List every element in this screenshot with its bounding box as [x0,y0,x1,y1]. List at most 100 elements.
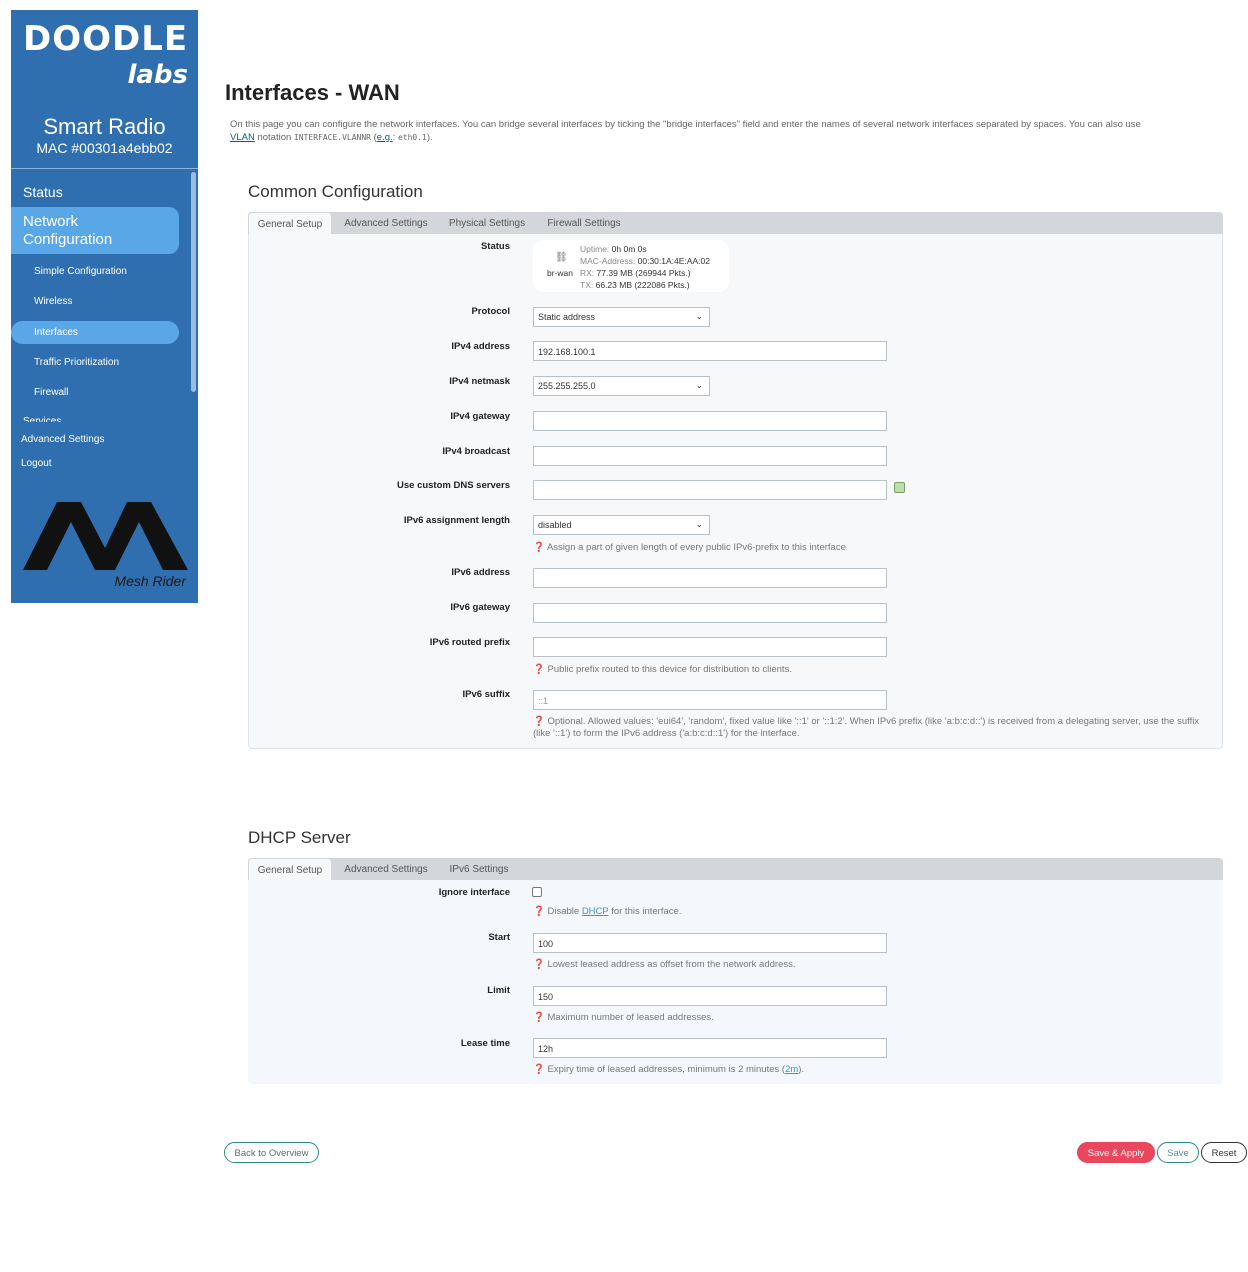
limit-hint-text: Maximum number of leased addresses. [547,1012,714,1023]
ipv6-suffix-label: IPv6 suffix [462,689,510,700]
doodle-labs-logo: DOODLE labs [23,20,188,90]
help-icon: ❓ [533,664,545,675]
lease-time-input[interactable]: 12h [533,1038,887,1058]
ignore-hint-pre: Disable [547,906,580,917]
sidebar-item-firewall[interactable]: Firewall [34,387,68,398]
lease-hint-pre: Expiry time of leased addresses, minimum… [547,1064,786,1075]
device-mac: MAC #00301a4ebb02 [36,140,173,156]
ipv4-netmask-value: 255.255.255.0 [538,381,596,391]
tab-physical-settings[interactable]: Physical Settings [444,212,530,234]
sidebar-item-interfaces[interactable]: Interfaces [11,321,179,344]
ipv6-routed-hint-text: Public prefix routed to this device for … [547,664,792,675]
page-title: Interfaces - WAN [225,80,400,105]
desc-text-1: On this page you can configure the netwo… [230,119,1141,130]
help-icon: ❓ [533,716,545,727]
logo-main-text: DOODLE [23,19,189,59]
ipv6-suffix-input[interactable]: ::1 [533,690,887,710]
limit-input[interactable]: 150 [533,986,887,1006]
rx-value: 77.39 MB (269944 Pkts.) [596,268,691,278]
ipv4-broadcast-label: IPv4 broadcast [442,446,510,457]
protocol-value: Static address [538,312,596,322]
ipv6-routed-input[interactable] [533,637,887,657]
rx-key: RX: [580,268,595,278]
sidebar-item-wireless[interactable]: Wireless [34,296,72,307]
ipv4-gateway-label: IPv4 gateway [450,411,510,422]
limit-label: Limit [487,985,510,996]
start-input[interactable]: 100 [533,933,887,953]
reset-button[interactable]: Reset [1201,1142,1247,1163]
sidebar-item-traffic-prioritization[interactable]: Traffic Prioritization [34,357,119,368]
ipv4-address-label: IPv4 address [451,341,510,352]
help-icon: ❓ [533,1064,545,1075]
ipv6-suffix-hint: ❓ Optional. Allowed values: 'eui64', 'ra… [533,716,1213,740]
status-label: Status [480,241,510,252]
tx-value: 66.23 MB (222086 Pkts.) [595,280,690,290]
dhcp-title: DHCP Server [248,828,351,847]
tab-advanced-settings[interactable]: Advanced Settings [338,212,434,234]
desc-code-2: eth0.1 [397,133,427,142]
tab-firewall-settings[interactable]: Firewall Settings [541,212,627,234]
vlan-link[interactable]: VLAN [230,132,255,143]
mesh-rider-text: Mesh Rider [114,573,186,589]
dns-label: Use custom DNS servers [397,480,510,491]
sidebar-item-services[interactable]: Services [23,416,61,422]
protocol-select[interactable]: Static address ⌄ [533,307,710,327]
dhcp-tab-ipv6-settings[interactable]: IPv6 Settings [444,858,514,880]
ipv4-address-input[interactable]: 192.168.100.1 [533,341,887,361]
eg-link[interactable]: e.g. [377,132,393,143]
page-description: On this page you can configure the netwo… [230,119,1141,143]
common-config-title: Common Configuration [248,182,423,201]
ipv4-netmask-select[interactable]: 255.255.255.0 ⌄ [533,376,710,396]
dns-input[interactable] [533,480,887,500]
ignore-interface-checkbox[interactable] [532,887,542,897]
ipv6-gateway-label: IPv6 gateway [450,602,510,613]
device-name: Smart Radio [43,114,166,139]
common-config-tabs: General Setup Advanced Settings Physical… [248,212,1223,234]
ipv6-suffix-placeholder: ::1 [538,696,549,706]
ipv6-assign-hint-text: Assign a part of given length of every p… [546,542,846,553]
uptime-key: Uptime: [580,244,610,254]
ipv6-address-input[interactable] [533,568,887,588]
dhcp-tab-general-setup[interactable]: General Setup [248,858,332,880]
ipv4-gateway-input[interactable] [533,411,887,431]
sidebar-item-simple-configuration[interactable]: Simple Configuration [34,266,127,277]
save-button[interactable]: Save [1157,1142,1199,1163]
chevron-down-icon: ⌄ [695,311,703,321]
save-and-apply-button[interactable]: Save & Apply [1077,1142,1155,1163]
back-to-overview-button[interactable]: Back to Overview [224,1142,319,1163]
lease-hint-post: ). [798,1064,805,1075]
sidebar-item-advanced-settings[interactable]: Advanced Settings [21,434,104,445]
ipv6-assign-label: IPv6 assignment length [403,515,510,526]
ipv4-netmask-label: IPv4 netmask [449,376,510,387]
sidebar-scrollbar[interactable] [191,172,196,392]
dhcp-tab-advanced-settings[interactable]: Advanced Settings [338,858,434,880]
protocol-label: Protocol [471,306,510,317]
ipv4-broadcast-input[interactable] [533,446,887,466]
help-icon: ❓ [533,959,545,970]
uptime-value: 0h 0m 0s [611,244,647,254]
tab-general-setup[interactable]: General Setup [248,212,332,234]
mac-value: 00:30:1A:4E:AA:02 [637,256,710,266]
sidebar: DOODLE labs Smart Radio MAC #00301a4ebb0… [11,10,198,603]
chevron-down-icon: ⌄ [695,519,703,529]
ipv6-routed-label: IPv6 routed prefix [429,637,510,648]
lease-hint-code: 2m [785,1064,799,1075]
interface-status-box: ⛓ br-wan Uptime: 0h 0m 0s MAC-Address: 0… [533,240,729,292]
lease-time-label: Lease time [460,1038,510,1049]
ignore-interface-label: Ignore interface [438,887,510,898]
dhcp-link[interactable]: DHCP [582,906,609,917]
ipv6-assign-select[interactable]: disabled ⌄ [533,515,710,535]
ipv6-gateway-input[interactable] [533,603,887,623]
sidebar-item-network-configuration[interactable]: Network Configuration [11,207,179,254]
help-icon: ❓ [533,542,545,553]
start-hint: ❓ Lowest leased address as offset from t… [533,959,796,971]
desc-text-2: notation [257,132,292,143]
status-device: br-wan [547,268,573,278]
ipv6-routed-hint: ❓ Public prefix routed to this device fo… [533,664,792,676]
desc-code-1: INTERFACE.VLANNR [293,133,371,142]
logo-sub-text: labs [127,60,188,90]
sidebar-item-status[interactable]: Status [23,184,63,200]
ignore-interface-hint: ❓ Disable DHCP for this interface. [533,906,681,918]
sidebar-item-logout[interactable]: Logout [21,458,52,469]
add-dns-icon[interactable] [894,482,905,493]
